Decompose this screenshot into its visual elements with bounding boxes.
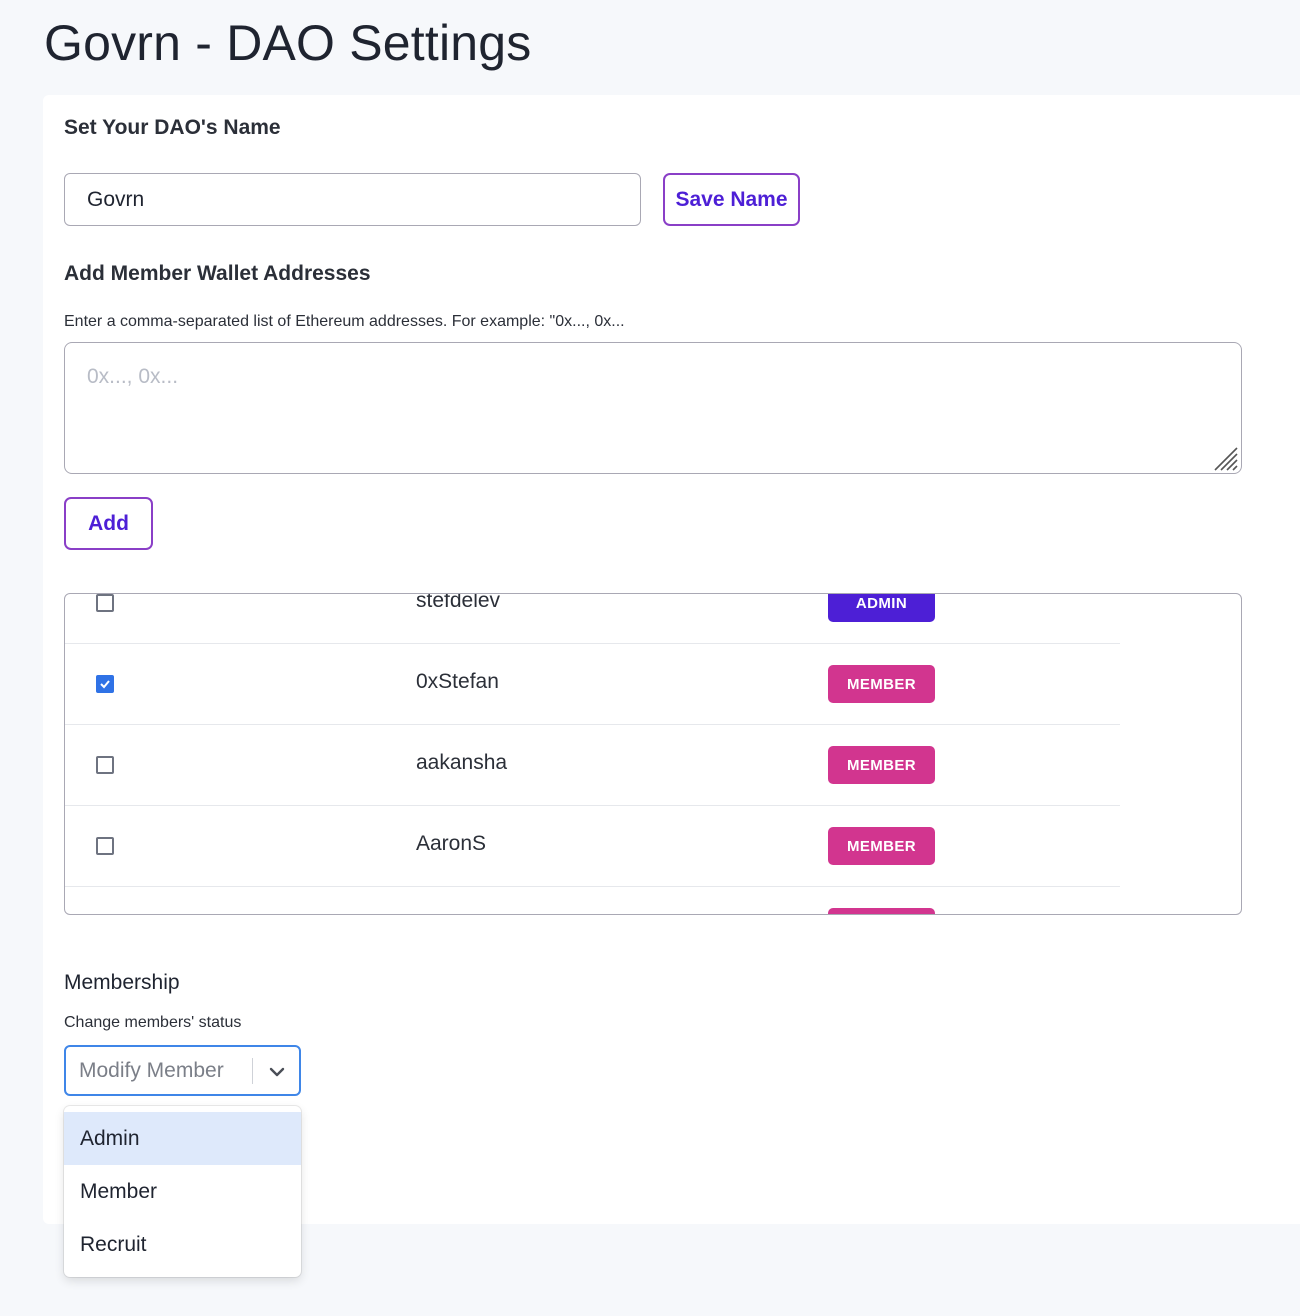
member-row [65, 887, 1120, 914]
add-members-heading: Add Member Wallet Addresses [64, 262, 371, 285]
member-name: stefdelev [416, 593, 501, 612]
select-separator [252, 1058, 253, 1084]
page-title: Govrn - DAO Settings [44, 15, 532, 71]
resize-grip-icon[interactable] [1213, 446, 1239, 472]
member-row: 0xStefan MEMBER [65, 644, 1120, 725]
member-name: aakansha [416, 751, 508, 774]
member-row: stefdelev ADMIN [65, 593, 1120, 644]
option-member[interactable]: Member [64, 1165, 301, 1218]
modify-member-menu: Admin Member Recruit [64, 1106, 301, 1277]
add-button[interactable]: Add [64, 497, 153, 550]
dao-name-heading: Set Your DAO's Name [64, 116, 281, 139]
dao-name-input[interactable] [64, 173, 641, 226]
members-list: stefdelev ADMIN 0xStefan MEMBER aakansha MEMB… [65, 593, 1120, 914]
check-icon [100, 680, 110, 689]
members-table[interactable]: stefdelev ADMIN 0xStefan MEMBER aakansha MEMB… [64, 593, 1242, 915]
save-name-button[interactable]: Save Name [663, 173, 800, 226]
option-admin[interactable]: Admin [64, 1112, 301, 1165]
member-name: 0xStefan [416, 670, 499, 693]
role-badge: ADMIN [828, 594, 935, 622]
modify-member-select[interactable]: Modify Member [64, 1045, 301, 1096]
member-checkbox[interactable] [96, 675, 114, 693]
member-row: aakansha MEMBER [65, 725, 1120, 806]
option-recruit[interactable]: Recruit [64, 1218, 301, 1271]
member-row: AaronS MEMBER [65, 806, 1120, 887]
role-badge: MEMBER [828, 827, 935, 865]
member-checkbox[interactable] [96, 594, 114, 612]
member-checkbox[interactable] [96, 837, 114, 855]
select-placeholder: Modify Member [79, 1059, 224, 1082]
role-badge: MEMBER [828, 746, 935, 784]
member-name: AaronS [416, 832, 487, 855]
add-members-helper: Enter a comma-separated list of Ethereum… [64, 313, 625, 330]
chevron-down-icon[interactable] [267, 1062, 287, 1082]
membership-heading: Membership [64, 971, 180, 994]
member-checkbox[interactable] [96, 756, 114, 774]
role-badge: MEMBER [828, 665, 935, 703]
wallet-addresses-input[interactable] [64, 342, 1242, 474]
membership-helper: Change members' status [64, 1014, 242, 1031]
settings-card: Set Your DAO's Name Save Name Add Member… [43, 95, 1300, 1224]
role-badge [828, 908, 935, 914]
